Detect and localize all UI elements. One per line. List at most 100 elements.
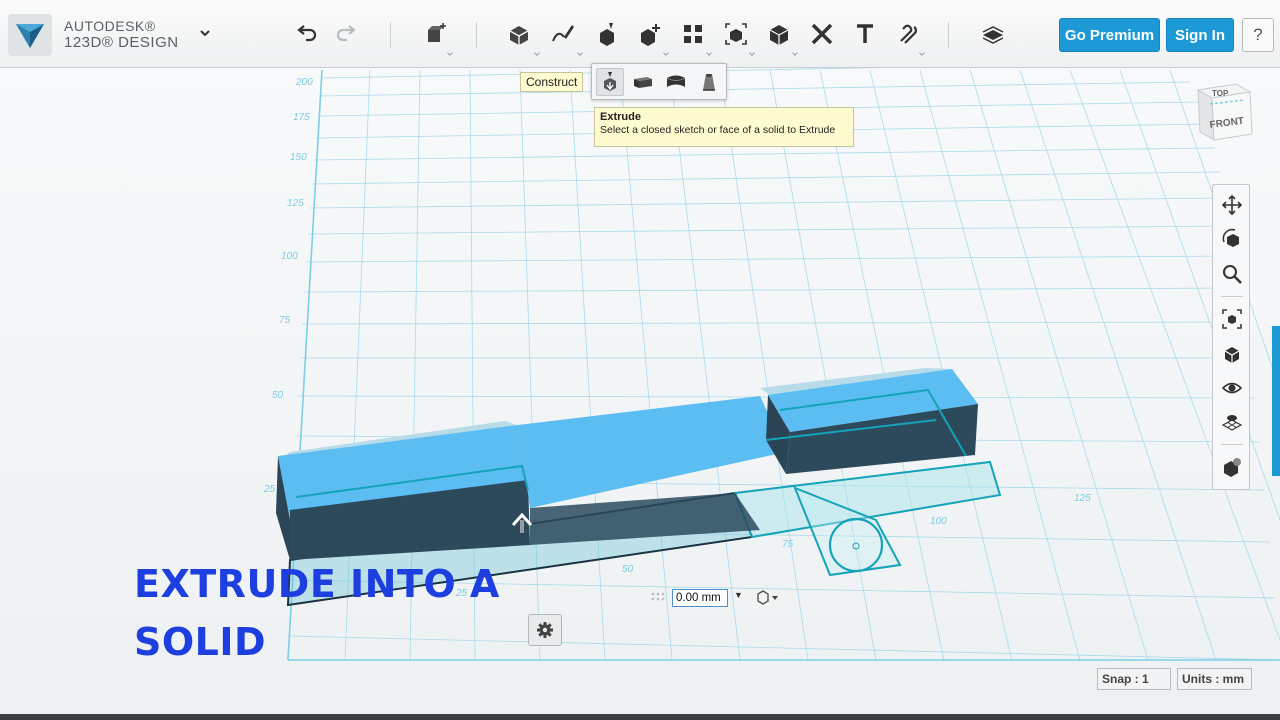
pattern-icon (684, 25, 702, 43)
brand-name: AUTODESK® (64, 18, 156, 34)
revolve-icon (666, 75, 686, 87)
construct-button[interactable] (590, 18, 624, 50)
grouping-dropdown-indicator (749, 50, 755, 56)
modify-button[interactable] (633, 18, 667, 50)
top-toolbar: AUTODESK® 123D® DESIGN Go Premium Sign I… (0, 0, 1280, 68)
sweep-tool-button[interactable] (629, 68, 657, 96)
viewcube-top-label: TOP (1212, 89, 1229, 98)
material-button[interactable] (976, 18, 1010, 50)
extrude-distance-input[interactable] (672, 589, 728, 607)
material-view-icon (1224, 458, 1241, 477)
extrude-tooltip: Extrude Select a closed sketch or face o… (594, 107, 854, 147)
loft-tool-button[interactable] (695, 68, 723, 96)
redo-icon (336, 25, 356, 42)
extrude-tool-button[interactable] (596, 68, 624, 96)
chevron-down-icon (200, 30, 210, 37)
caption-line-2: SOLID (134, 620, 267, 664)
pan-button[interactable] (1218, 191, 1246, 219)
primitives-button[interactable] (502, 18, 536, 50)
grid-label: 100 (930, 516, 947, 527)
toolbar-divider (476, 22, 477, 48)
fit-button[interactable] (1218, 305, 1246, 333)
snap-setting[interactable]: Snap : 1 (1097, 668, 1171, 690)
grouping-icon (725, 23, 747, 45)
construct-menu-label: Construct (520, 72, 584, 92)
nav-divider (1221, 296, 1243, 297)
combine-icon (769, 25, 789, 45)
view-cube[interactable]: TOP FRONT (1192, 80, 1256, 150)
visibility-icon (1221, 382, 1243, 394)
material-icon (982, 26, 1004, 44)
primitives-icon (509, 26, 529, 45)
revolve-tool-button[interactable] (662, 68, 690, 96)
product-name: 123D® DESIGN (64, 34, 179, 51)
material-view-button[interactable] (1218, 453, 1246, 481)
navigation-bar (1212, 184, 1250, 490)
grid-label: 125 (287, 198, 304, 209)
transform-button[interactable] (418, 18, 452, 50)
combine-button[interactable] (762, 18, 796, 50)
grid-label: 50 (272, 390, 284, 401)
combine-dropdown-indicator (792, 50, 798, 56)
snap-button[interactable] (891, 18, 925, 50)
grid-label: 50 (622, 564, 634, 575)
drag-handle-icon[interactable] (648, 590, 668, 606)
grouping-button[interactable] (719, 18, 753, 50)
modify-dropdown-indicator (663, 50, 669, 56)
sign-in-button[interactable]: Sign In (1166, 18, 1234, 52)
toolbar-divider (948, 22, 949, 48)
sketch-button[interactable] (546, 18, 580, 50)
grid-label: 150 (290, 152, 307, 163)
logo-icon (8, 14, 52, 56)
orbit-button[interactable] (1218, 225, 1246, 253)
gear-icon (537, 622, 553, 638)
grid-icon (1221, 415, 1243, 431)
transform-dropdown-indicator (447, 50, 453, 56)
primitives-dropdown-indicator (534, 50, 540, 56)
extrude-icon (604, 72, 616, 91)
construct-icon (600, 23, 614, 46)
measure-button[interactable] (805, 18, 839, 50)
construct-flyout (591, 63, 727, 100)
text-button[interactable] (848, 18, 882, 50)
go-premium-button[interactable]: Go Premium (1059, 18, 1160, 52)
grid-label: 100 (281, 251, 298, 262)
pattern-button[interactable] (676, 18, 710, 50)
tutorial-caption: EXTRUDE INTO A SOLID (134, 555, 554, 671)
tooltip-description: Select a closed sketch or face of a soli… (600, 124, 836, 136)
grid-label: 175 (293, 112, 310, 123)
grid-label: 200 (295, 77, 313, 88)
views-button[interactable] (1218, 340, 1246, 368)
grid-label: 125 (1074, 493, 1091, 504)
undo-icon (297, 25, 317, 42)
pan-icon (1221, 194, 1243, 216)
distance-dropdown-icon[interactable]: ▼ (734, 590, 743, 600)
grid-label: 75 (279, 315, 291, 326)
redo-button[interactable] (330, 18, 364, 50)
views-icon (1224, 347, 1240, 363)
extrude-distance-control: ▼ (648, 588, 788, 610)
snap-dropdown-indicator (919, 50, 925, 56)
grid-toggle-button[interactable] (1218, 408, 1246, 436)
snap-icon (900, 24, 918, 44)
transform-icon (428, 23, 446, 42)
help-button[interactable]: ? (1242, 18, 1274, 52)
sketch-dropdown-indicator (577, 50, 583, 56)
zoom-button[interactable] (1218, 260, 1246, 288)
extrude-options-button[interactable] (752, 588, 782, 608)
loft-icon (703, 74, 715, 91)
app-menu-button[interactable] (194, 26, 216, 48)
undo-button[interactable] (289, 18, 323, 50)
units-setting[interactable]: Units : mm (1177, 668, 1252, 690)
settings-button[interactable] (528, 614, 562, 646)
sketch-icon (552, 25, 574, 42)
tooltip-title: Extrude (600, 111, 641, 123)
visibility-button[interactable] (1218, 374, 1246, 402)
grid-label: 25 (263, 484, 276, 495)
toolbar-divider (390, 22, 391, 48)
orbit-icon (1222, 228, 1239, 247)
side-panel-tab[interactable] (1272, 326, 1280, 476)
grid-label: 75 (782, 539, 794, 550)
window-bottom-edge (0, 714, 1280, 720)
operation-icon (757, 590, 778, 605)
